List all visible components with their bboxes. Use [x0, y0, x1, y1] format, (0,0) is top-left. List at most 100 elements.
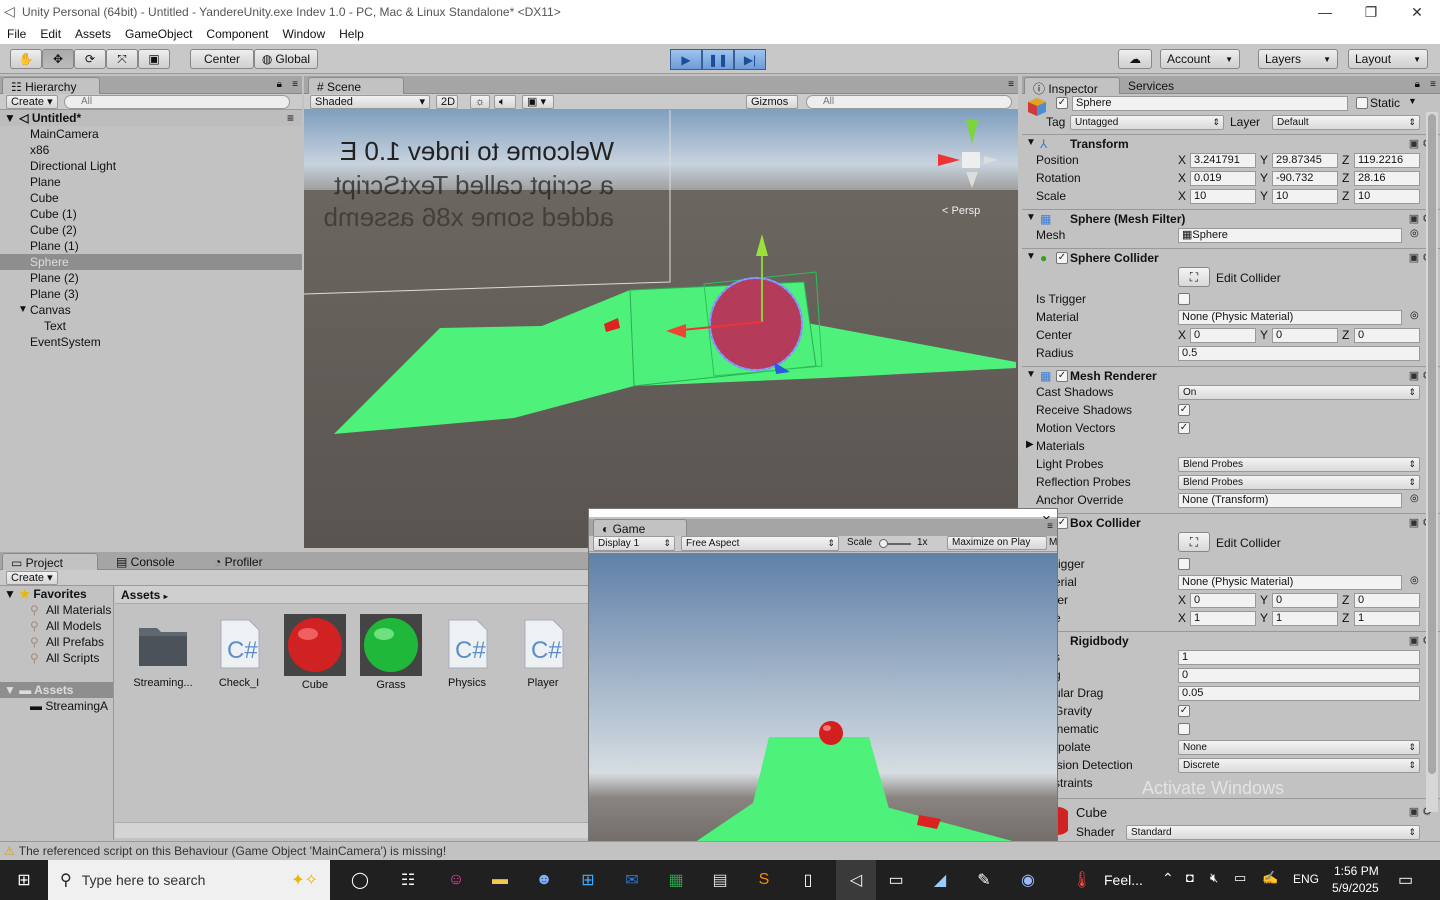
scale-tool-button[interactable]: ⤧: [106, 49, 138, 69]
app-icon[interactable]: ◉: [1016, 868, 1040, 892]
favorite-item[interactable]: ⚲ All Models: [0, 618, 113, 634]
chevron-up-icon[interactable]: ⌃: [1162, 870, 1174, 887]
box-size-z-field[interactable]: 1: [1354, 611, 1420, 626]
hierarchy-item-selected[interactable]: Sphere: [0, 254, 302, 270]
receive-shadows-checkbox[interactable]: ✓: [1178, 404, 1190, 416]
center-z-field[interactable]: 0: [1354, 328, 1420, 343]
notepad-icon[interactable]: ▯: [796, 868, 820, 892]
edit-collider-button[interactable]: ⛶: [1178, 532, 1210, 552]
tab-hierarchy[interactable]: ☷ Hierarchy: [2, 77, 100, 94]
tag-dropdown[interactable]: Untagged: [1070, 115, 1224, 130]
minimize-icon[interactable]: —: [1302, 0, 1348, 24]
menu-gameobject[interactable]: GameObject: [118, 27, 199, 41]
layout-dropdown[interactable]: Layout ▼: [1348, 49, 1428, 69]
interpolate-dropdown[interactable]: None: [1178, 740, 1420, 755]
widgets-icon[interactable]: ☷: [396, 868, 420, 892]
status-bar[interactable]: ⚠ The referenced script on this Behaviou…: [0, 841, 1440, 860]
collapse-arrow-icon[interactable]: ▼: [1026, 212, 1036, 223]
object-picker-icon[interactable]: ◎: [1410, 575, 1419, 586]
favorite-item[interactable]: ⚲ All Materials: [0, 602, 113, 618]
red-ball[interactable]: [819, 721, 843, 745]
active-checkbox[interactable]: ✓: [1056, 97, 1068, 109]
hierarchy-item[interactable]: x86: [0, 142, 302, 158]
center-x-field[interactable]: 0: [1190, 328, 1256, 343]
hierarchy-item[interactable]: Cube (2): [0, 222, 302, 238]
move-tool-button[interactable]: ✥: [42, 49, 74, 69]
materials-label[interactable]: Materials: [1036, 439, 1085, 453]
sheets-icon[interactable]: ▦: [664, 868, 688, 892]
position-x-field[interactable]: 3.241791: [1190, 153, 1256, 168]
panel-menu-icon[interactable]: ≡: [1430, 79, 1436, 90]
angular-drag-field[interactable]: 0.05: [1178, 686, 1420, 701]
box-trigger-checkbox[interactable]: [1178, 558, 1190, 570]
rotation-y-field[interactable]: -90.732: [1272, 171, 1338, 186]
scale-slider-thumb[interactable]: [879, 539, 888, 548]
tab-game[interactable]: ◐ Game: [593, 519, 687, 536]
hierarchy-item[interactable]: Cube (1): [0, 206, 302, 222]
reflection-probes-dropdown[interactable]: Blend Probes: [1178, 475, 1420, 490]
hierarchy-item[interactable]: Plane (3): [0, 286, 302, 302]
expand-arrow-icon[interactable]: ▼: [4, 587, 16, 601]
mesh-field[interactable]: ▦Sphere: [1178, 228, 1402, 243]
asset-item[interactable]: Streaming...: [130, 614, 196, 689]
panel-menu-icon[interactable]: ≡: [1047, 521, 1053, 532]
terminal-icon[interactable]: ▭: [884, 868, 908, 892]
asset-item[interactable]: C# Check_I: [206, 614, 272, 689]
menu-help[interactable]: Help: [332, 27, 371, 41]
drag-field[interactable]: 0: [1178, 668, 1420, 683]
tab-console[interactable]: ▤ Console: [108, 553, 198, 570]
box-size-y-field[interactable]: 1: [1272, 611, 1338, 626]
anchor-override-field[interactable]: None (Transform): [1178, 493, 1402, 508]
cast-shadows-dropdown[interactable]: On: [1178, 385, 1420, 400]
hierarchy-item[interactable]: Text: [0, 318, 302, 334]
pivot-global-button[interactable]: ◍ Global: [254, 49, 318, 69]
hierarchy-item[interactable]: Plane (2): [0, 270, 302, 286]
scale-x-field[interactable]: 10: [1190, 189, 1256, 204]
paint-icon[interactable]: ◢: [928, 868, 952, 892]
box-physic-material-field[interactable]: None (Physic Material): [1178, 575, 1402, 590]
app-avatar-icon[interactable]: ☺: [444, 868, 468, 892]
asset-item[interactable]: Cube: [282, 614, 348, 691]
hierarchy-item[interactable]: Directional Light: [0, 158, 302, 174]
position-y-field[interactable]: 29.87345: [1272, 153, 1338, 168]
notifications-icon[interactable]: ▭: [1398, 870, 1413, 890]
hierarchy-item[interactable]: Plane (1): [0, 238, 302, 254]
discord-icon[interactable]: ☻: [532, 868, 556, 892]
expand-arrow-icon[interactable]: ▼: [4, 683, 16, 697]
camera-icon[interactable]: ◘: [1186, 870, 1194, 885]
effects-dropdown[interactable]: ▣ ▾: [522, 95, 554, 109]
object-picker-icon[interactable]: ◎: [1410, 310, 1419, 321]
hierarchy-item[interactable]: Plane: [0, 174, 302, 190]
is-kinematic-checkbox[interactable]: [1178, 723, 1190, 735]
gizmo-center-icon[interactable]: [962, 152, 980, 168]
scrollbar-thumb[interactable]: [1428, 114, 1436, 774]
rigidbody-header[interactable]: Rigidbody ▣ ⚙: [1022, 631, 1440, 649]
game-viewport[interactable]: [589, 553, 1057, 859]
scene-menu-icon[interactable]: ≡: [287, 110, 294, 126]
tab-inspector[interactable]: ⓘ Inspector: [1024, 77, 1120, 96]
rotation-x-field[interactable]: 0.019: [1190, 171, 1256, 186]
store-icon[interactable]: ⊞: [576, 868, 600, 892]
lock-icon[interactable]: 🔒︎: [1415, 79, 1420, 90]
layers-dropdown[interactable]: Layers ▼: [1258, 49, 1338, 69]
windows-start-icon[interactable]: ⊞: [12, 868, 36, 892]
clock-date[interactable]: 5/9/2025: [1332, 881, 1379, 895]
assets-folder[interactable]: ▼ ▬ Assets: [0, 682, 113, 698]
sphere-collider-enabled-checkbox[interactable]: ✓: [1056, 252, 1068, 264]
box-center-z-field[interactable]: 0: [1354, 593, 1420, 608]
asset-item[interactable]: C# Player: [510, 614, 576, 689]
scale-y-field[interactable]: 10: [1272, 189, 1338, 204]
mode-2d-toggle[interactable]: 2D: [436, 95, 458, 109]
create-dropdown[interactable]: Create ▾: [6, 95, 58, 109]
volume-muted-icon[interactable]: 🔇︎: [1210, 870, 1218, 886]
shading-dropdown[interactable]: Shaded ▾: [310, 95, 430, 109]
maximize-on-play-toggle[interactable]: Maximize on Play: [947, 536, 1047, 550]
edit-collider-button[interactable]: ⛶: [1178, 267, 1210, 287]
dropdown-arrow-icon[interactable]: ▼: [1408, 96, 1417, 106]
pivot-center-button[interactable]: Center: [190, 49, 254, 69]
mass-field[interactable]: 1: [1178, 650, 1420, 665]
audio-toggle[interactable]: 🔈︎: [494, 95, 516, 109]
restore-icon[interactable]: ❐: [1348, 0, 1394, 24]
tab-services[interactable]: Services: [1120, 77, 1200, 94]
use-gravity-checkbox[interactable]: ✓: [1178, 705, 1190, 717]
